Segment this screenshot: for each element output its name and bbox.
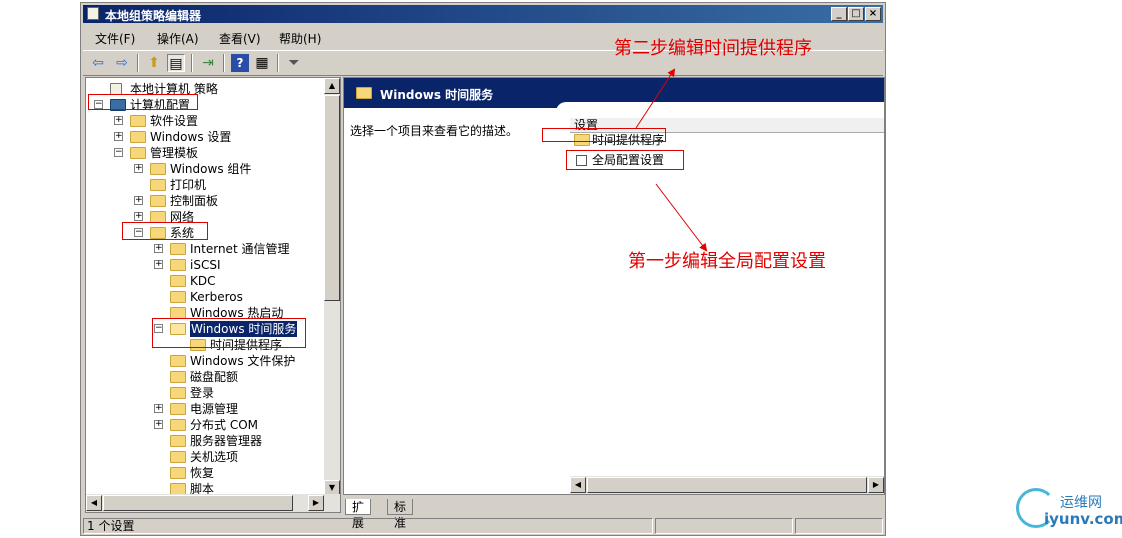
watermark-logo: 运维网 iyunv.com — [1012, 484, 1122, 538]
annotation-step1: 第一步编辑全局配置设置 — [628, 251, 826, 272]
watermark-line2: iyunv.com — [1044, 510, 1122, 528]
annotation-arrows — [635, 68, 708, 252]
watermark-line1: 运维网 — [1060, 495, 1102, 511]
annotation-step2: 第二步编辑时间提供程序 — [614, 38, 812, 59]
arrow-step2 — [635, 68, 676, 129]
arrow-step1 — [655, 183, 708, 252]
